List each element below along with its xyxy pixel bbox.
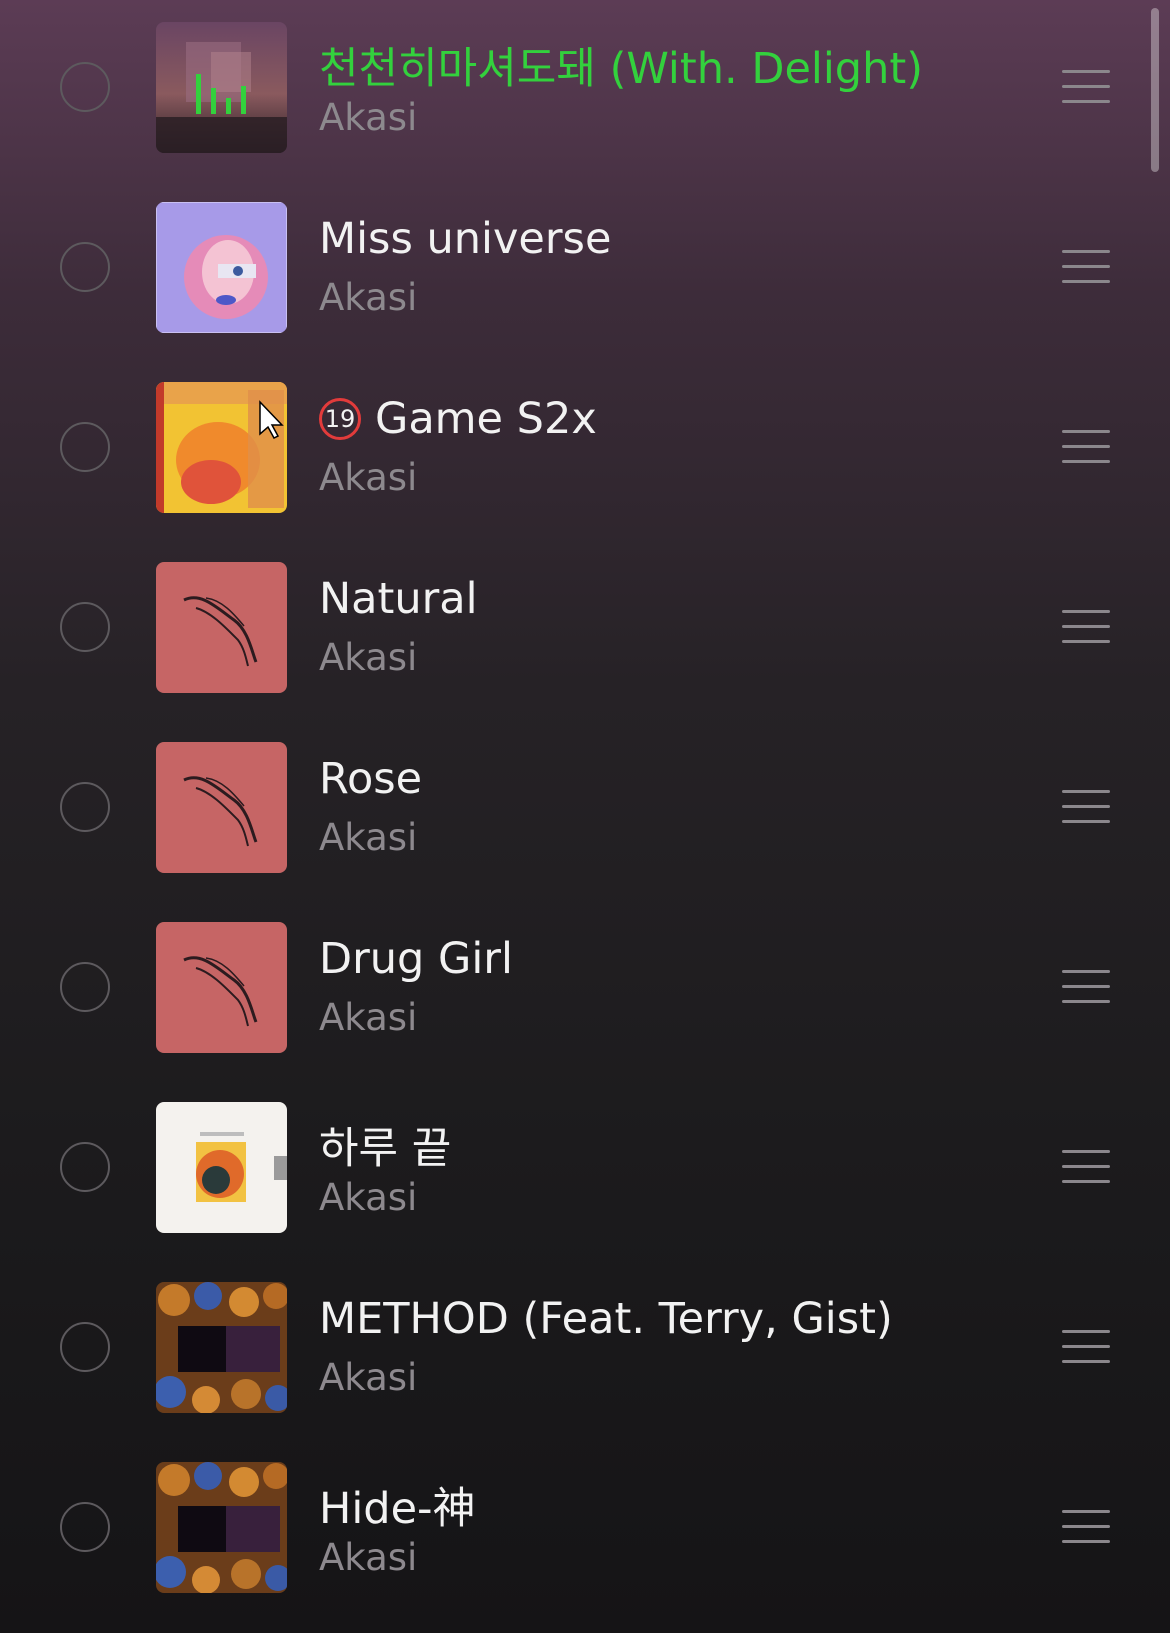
select-checkbox[interactable] xyxy=(60,1142,110,1192)
track-artist: Akasi xyxy=(319,1356,418,1399)
track-row[interactable]: METHOD (Feat. Terry, Gist) Akasi xyxy=(0,1260,1170,1440)
album-art xyxy=(156,562,287,693)
track-artist: Akasi xyxy=(319,636,418,679)
select-checkbox[interactable] xyxy=(60,242,110,292)
album-art xyxy=(156,922,287,1053)
select-checkbox[interactable] xyxy=(60,422,110,472)
track-row[interactable]: 19 Game S2x Akasi xyxy=(0,360,1170,540)
track-title: Natural xyxy=(319,574,478,624)
drag-handle-icon[interactable] xyxy=(1062,1510,1110,1544)
album-art xyxy=(156,742,287,873)
age-restriction-badge: 19 xyxy=(319,398,361,440)
drag-handle-icon[interactable] xyxy=(1062,610,1110,644)
album-art xyxy=(156,22,287,153)
track-title: METHOD (Feat. Terry, Gist) xyxy=(319,1294,893,1344)
equalizer-icon xyxy=(196,74,246,114)
track-row[interactable]: 하루 끝 Akasi xyxy=(0,1080,1170,1260)
drag-handle-icon[interactable] xyxy=(1062,1330,1110,1364)
track-artist: Akasi xyxy=(319,276,418,319)
album-art xyxy=(156,202,287,333)
select-checkbox[interactable] xyxy=(60,962,110,1012)
track-row[interactable]: 천천히마셔도돼 (With. Delight) Akasi xyxy=(0,0,1170,180)
track-artist: Akasi xyxy=(319,1536,418,1579)
track-row[interactable]: Miss universe Akasi xyxy=(0,180,1170,360)
track-artist: Akasi xyxy=(319,1176,418,1219)
track-row[interactable]: Drug Girl Akasi xyxy=(0,900,1170,1080)
album-art xyxy=(156,382,287,513)
drag-handle-icon[interactable] xyxy=(1062,430,1110,464)
scrollbar[interactable] xyxy=(1151,8,1159,172)
album-art xyxy=(156,1462,287,1593)
track-title: 19 Game S2x xyxy=(319,394,597,444)
track-title: Rose xyxy=(319,754,423,804)
track-artist: Akasi xyxy=(319,96,418,139)
track-row[interactable]: Hide-神 Akasi xyxy=(0,1440,1170,1620)
select-checkbox[interactable] xyxy=(60,1502,110,1552)
track-title: Hide-神 xyxy=(319,1484,476,1534)
album-art xyxy=(156,1102,287,1233)
select-checkbox[interactable] xyxy=(60,782,110,832)
track-title: 천천히마셔도돼 (With. Delight) xyxy=(319,44,923,94)
drag-handle-icon[interactable] xyxy=(1062,70,1110,104)
track-row[interactable]: Rose Akasi xyxy=(0,720,1170,900)
album-art xyxy=(156,1282,287,1413)
track-title: 하루 끝 xyxy=(319,1124,452,1174)
track-title: Miss universe xyxy=(319,214,612,264)
track-artist: Akasi xyxy=(319,456,418,499)
drag-handle-icon[interactable] xyxy=(1062,790,1110,824)
select-checkbox[interactable] xyxy=(60,602,110,652)
drag-handle-icon[interactable] xyxy=(1062,250,1110,284)
track-title: Drug Girl xyxy=(319,934,513,984)
drag-handle-icon[interactable] xyxy=(1062,970,1110,1004)
track-artist: Akasi xyxy=(319,996,418,1039)
track-row[interactable]: Natural Akasi xyxy=(0,540,1170,720)
track-artist: Akasi xyxy=(319,816,418,859)
drag-handle-icon[interactable] xyxy=(1062,1150,1110,1184)
select-checkbox[interactable] xyxy=(60,1322,110,1372)
select-checkbox[interactable] xyxy=(60,62,110,112)
